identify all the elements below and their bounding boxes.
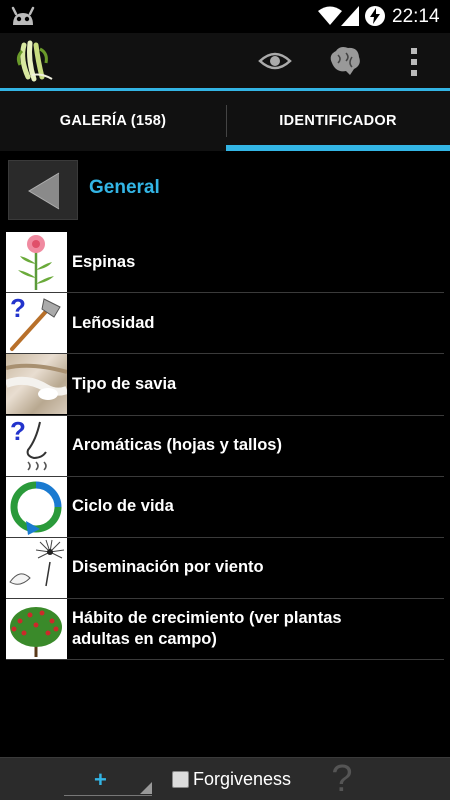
category-title: General: [89, 177, 160, 198]
axe-question-icon: ?: [6, 293, 67, 354]
tab-identificador[interactable]: IDENTIFICADOR: [226, 91, 450, 151]
category-header: General: [0, 151, 450, 229]
list-item-label: Hábito de crecimiento (ver plantas adult…: [72, 609, 342, 649]
android-icon: [11, 6, 35, 25]
clock: 22:14: [392, 6, 440, 27]
eye-icon[interactable]: [258, 49, 292, 73]
flower-plant-icon: [6, 232, 67, 292]
wind-seed-icon: [6, 537, 67, 598]
signal-icon: [341, 6, 359, 26]
status-bar: 22:14: [0, 0, 450, 33]
list-item-aromaticas[interactable]: ? Aromáticas (hojas y tallos): [6, 415, 444, 477]
list-item-label: Leñosidad: [72, 313, 155, 332]
list-item-diseminacion[interactable]: Diseminación por viento: [6, 537, 444, 600]
action-bar: [0, 33, 450, 90]
list-item-label: Ciclo de vida: [72, 497, 174, 516]
list-item-label: Aromáticas (hojas y tallos): [72, 436, 282, 455]
plus-icon: +: [94, 767, 107, 792]
spinner-corner-icon: [140, 782, 152, 794]
list-item-ciclo-de-vida[interactable]: Ciclo de vida: [6, 476, 444, 538]
forgiveness-label: Forgiveness: [193, 768, 292, 789]
overflow-menu-icon[interactable]: [404, 45, 424, 79]
back-arrow-icon: [28, 172, 60, 210]
list-item-habito[interactable]: Hábito de crecimiento (ver plantas adult…: [6, 599, 444, 661]
list-item-lenosidad[interactable]: ? Leñosidad: [6, 293, 444, 355]
nose-question-icon: ?: [6, 415, 67, 476]
back-button[interactable]: [8, 160, 78, 220]
sap-photo-icon: [6, 354, 67, 415]
list-item-espinas[interactable]: Espinas: [6, 232, 444, 294]
cycle-arrow-icon: [6, 476, 67, 537]
forgiveness-toggle[interactable]: Forgiveness: [172, 768, 291, 790]
tree-icon: [6, 599, 67, 660]
tab-galeria[interactable]: GALERÍA (158): [0, 91, 226, 151]
battery-charging-icon: [365, 6, 385, 26]
list-item-label: Diseminación por viento: [72, 558, 264, 577]
svg-text:?: ?: [10, 293, 26, 323]
add-button[interactable]: +: [64, 762, 152, 796]
bottom-bar: + Forgiveness ?: [0, 757, 450, 800]
app-logo[interactable]: [12, 39, 56, 83]
list-item-tipo-de-savia[interactable]: Tipo de savia: [6, 354, 444, 416]
tab-bar: GALERÍA (158) IDENTIFICADOR: [0, 91, 450, 151]
svg-text:?: ?: [10, 416, 26, 446]
forgiveness-checkbox[interactable]: [172, 770, 189, 788]
list-item-label: Tipo de savia: [72, 374, 177, 393]
help-icon[interactable]: ?: [324, 759, 360, 799]
feature-list: Espinas ? Leñosidad Tipo de savia ? Arom…: [6, 232, 444, 661]
spinner-underline: [64, 795, 152, 796]
brain-icon[interactable]: [326, 45, 362, 77]
list-item-label: Espinas: [72, 252, 136, 271]
wifi-icon: [318, 6, 342, 25]
